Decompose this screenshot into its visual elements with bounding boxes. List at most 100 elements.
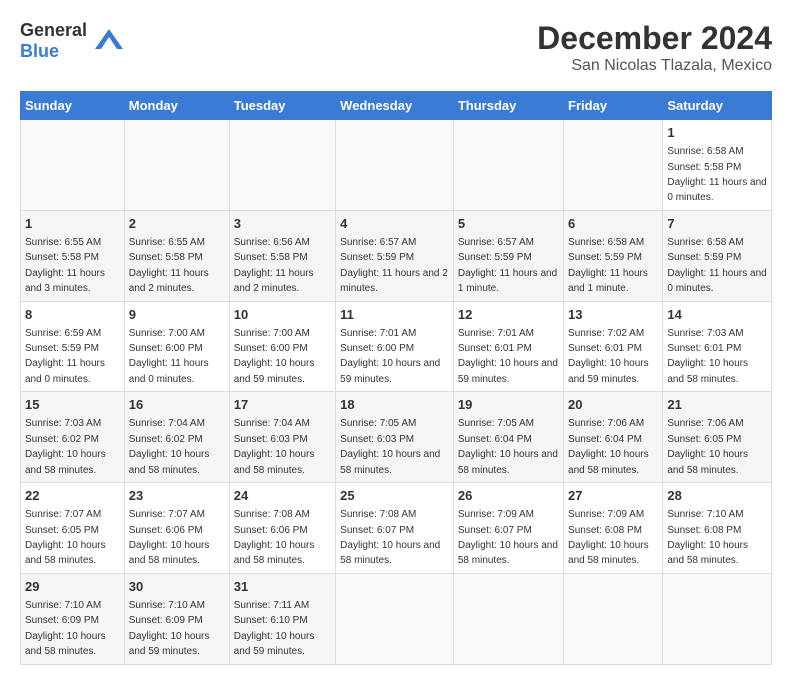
- calendar-cell: 16Sunrise: 7:04 AMSunset: 6:02 PMDayligh…: [124, 392, 229, 483]
- day-number: 25: [340, 487, 449, 505]
- calendar-cell: [21, 120, 125, 211]
- daylight-info: Daylight: 10 hours and 59 minutes.: [234, 358, 315, 384]
- day-number: 20: [568, 396, 658, 414]
- weekday-header-row: SundayMondayTuesdayWednesdayThursdayFrid…: [21, 92, 772, 120]
- sub-title: San Nicolas Tlazala, Mexico: [537, 57, 772, 75]
- week-row-5: 22Sunrise: 7:07 AMSunset: 6:05 PMDayligh…: [21, 483, 772, 574]
- sunrise-info: Sunrise: 7:10 AM: [25, 600, 101, 611]
- calendar-cell: 7Sunrise: 6:58 AMSunset: 5:59 PMDaylight…: [663, 210, 772, 301]
- daylight-info: Daylight: 10 hours and 58 minutes.: [340, 449, 440, 475]
- calendar-cell: 21Sunrise: 7:06 AMSunset: 6:05 PMDayligh…: [663, 392, 772, 483]
- sunrise-info: Sunrise: 7:05 AM: [458, 418, 534, 429]
- daylight-info: Daylight: 11 hours and 0 minutes.: [129, 358, 209, 384]
- sunset-info: Sunset: 6:01 PM: [458, 343, 532, 354]
- sunset-info: Sunset: 6:05 PM: [25, 525, 99, 536]
- daylight-info: Daylight: 10 hours and 59 minutes.: [340, 358, 440, 384]
- day-number: 23: [129, 487, 225, 505]
- sunrise-info: Sunrise: 7:06 AM: [568, 418, 644, 429]
- sunrise-info: Sunrise: 7:07 AM: [25, 509, 101, 520]
- sunrise-info: Sunrise: 6:58 AM: [568, 237, 644, 248]
- weekday-header-saturday: Saturday: [663, 92, 772, 120]
- daylight-info: Daylight: 11 hours and 2 minutes.: [340, 268, 448, 294]
- calendar-cell: 28Sunrise: 7:10 AMSunset: 6:08 PMDayligh…: [663, 483, 772, 574]
- sunrise-info: Sunrise: 7:00 AM: [234, 328, 310, 339]
- sunset-info: Sunset: 6:08 PM: [568, 525, 642, 536]
- page-header: General Blue December 2024 San Nicolas T…: [20, 20, 772, 75]
- sunset-info: Sunset: 6:08 PM: [667, 525, 741, 536]
- weekday-header-thursday: Thursday: [453, 92, 563, 120]
- sunset-info: Sunset: 6:09 PM: [25, 615, 99, 626]
- calendar-cell: 8Sunrise: 6:59 AMSunset: 5:59 PMDaylight…: [21, 301, 125, 392]
- sunrise-info: Sunrise: 6:59 AM: [25, 328, 101, 339]
- day-number: 28: [667, 487, 767, 505]
- sunrise-info: Sunrise: 7:09 AM: [568, 509, 644, 520]
- sunset-info: Sunset: 6:09 PM: [129, 615, 203, 626]
- weekday-header-monday: Monday: [124, 92, 229, 120]
- sunset-info: Sunset: 5:59 PM: [667, 252, 741, 263]
- sunrise-info: Sunrise: 6:57 AM: [458, 237, 534, 248]
- day-number: 30: [129, 578, 225, 596]
- sunset-info: Sunset: 6:02 PM: [129, 434, 203, 445]
- sunrise-info: Sunrise: 7:03 AM: [667, 328, 743, 339]
- daylight-info: Daylight: 11 hours and 0 minutes.: [25, 358, 105, 384]
- calendar-cell: [336, 120, 454, 211]
- daylight-info: Daylight: 10 hours and 58 minutes.: [568, 449, 649, 475]
- day-number: 14: [667, 306, 767, 324]
- sunrise-info: Sunrise: 6:58 AM: [667, 146, 743, 157]
- sunset-info: Sunset: 6:07 PM: [458, 525, 532, 536]
- calendar-cell: 26 Sunrise: 7:09 AM Sunset: 6:07 PM Dayligh…: [453, 483, 563, 574]
- calendar-cell: 30Sunrise: 7:10 AMSunset: 6:09 PMDayligh…: [124, 573, 229, 664]
- sunrise-info: Sunrise: 7:06 AM: [667, 418, 743, 429]
- daylight-info: Daylight: 11 hours and 0 minutes.: [667, 268, 766, 294]
- week-row-4: 15Sunrise: 7:03 AMSunset: 6:02 PMDayligh…: [21, 392, 772, 483]
- day-number: 6: [568, 215, 658, 233]
- day-number: 17: [234, 396, 331, 414]
- sunset-info: Sunset: 6:02 PM: [25, 434, 99, 445]
- sunrise-info: Sunrise: 7:04 AM: [234, 418, 310, 429]
- sunrise-info: Sunrise: 7:10 AM: [129, 600, 205, 611]
- daylight-info: Daylight: 10 hours and 58 minutes.: [458, 540, 558, 566]
- sunrise-info: Sunrise: 7:09 AM: [458, 509, 534, 520]
- daylight-info: Daylight: 10 hours and 59 minutes.: [234, 631, 315, 657]
- calendar-cell: 29Sunrise: 7:10 AMSunset: 6:09 PMDayligh…: [21, 573, 125, 664]
- day-number: 10: [234, 306, 331, 324]
- logo-blue: Blue: [20, 41, 59, 61]
- calendar-cell: [453, 120, 563, 211]
- sunrise-info: Sunrise: 7:10 AM: [667, 509, 743, 520]
- sunset-info: Sunset: 5:58 PM: [234, 252, 308, 263]
- calendar-cell: 3Sunrise: 6:56 AMSunset: 5:58 PMDaylight…: [229, 210, 335, 301]
- calendar-cell: 6 Sunrise: 6:58 AM Sunset: 5:59 PM Daylight…: [564, 210, 663, 301]
- day-number: 26: [458, 487, 559, 505]
- sunset-info: Sunset: 5:59 PM: [458, 252, 532, 263]
- sunrise-info: Sunrise: 7:07 AM: [129, 509, 205, 520]
- calendar-cell: 1Sunrise: 6:55 AMSunset: 5:58 PMDaylight…: [21, 210, 125, 301]
- day-number: 9: [129, 306, 225, 324]
- day-number: 2: [129, 215, 225, 233]
- calendar-cell: 10Sunrise: 7:00 AMSunset: 6:00 PMDayligh…: [229, 301, 335, 392]
- sunset-info: Sunset: 6:06 PM: [234, 525, 308, 536]
- calendar-cell: [663, 573, 772, 664]
- sunset-info: Sunset: 6:06 PM: [129, 525, 203, 536]
- sunrise-info: Sunrise: 7:11 AM: [234, 600, 309, 611]
- sunset-info: Sunset: 5:59 PM: [568, 252, 642, 263]
- sunset-info: Sunset: 5:59 PM: [25, 343, 99, 354]
- day-number: 12: [458, 306, 559, 324]
- week-row-3: 8Sunrise: 6:59 AMSunset: 5:59 PMDaylight…: [21, 301, 772, 392]
- calendar-cell: [453, 573, 563, 664]
- calendar-cell: [564, 120, 663, 211]
- daylight-info: Daylight: 10 hours and 59 minutes.: [458, 358, 558, 384]
- calendar-cell: 31Sunrise: 7:11 AMSunset: 6:10 PMDayligh…: [229, 573, 335, 664]
- calendar-cell: 19Sunrise: 7:05 AMSunset: 6:04 PMDayligh…: [453, 392, 563, 483]
- daylight-info: Daylight: 10 hours and 58 minutes.: [129, 449, 210, 475]
- calendar-cell: 1Sunrise: 6:58 AMSunset: 5:58 PMDaylight…: [663, 120, 772, 211]
- sunset-info: Sunset: 5:58 PM: [667, 162, 741, 173]
- sunset-info: Sunset: 6:10 PM: [234, 615, 308, 626]
- weekday-header-tuesday: Tuesday: [229, 92, 335, 120]
- daylight-info: Daylight: 11 hours and 0 minutes.: [667, 177, 766, 203]
- weekday-header-friday: Friday: [564, 92, 663, 120]
- daylight-info: Daylight: 10 hours and 58 minutes.: [234, 449, 315, 475]
- calendar-cell: 23Sunrise: 7:07 AMSunset: 6:06 PMDayligh…: [124, 483, 229, 574]
- day-number: 19: [458, 396, 559, 414]
- day-number: 24: [234, 487, 331, 505]
- daylight-info: Daylight: 11 hours and 1 minute.: [568, 268, 648, 294]
